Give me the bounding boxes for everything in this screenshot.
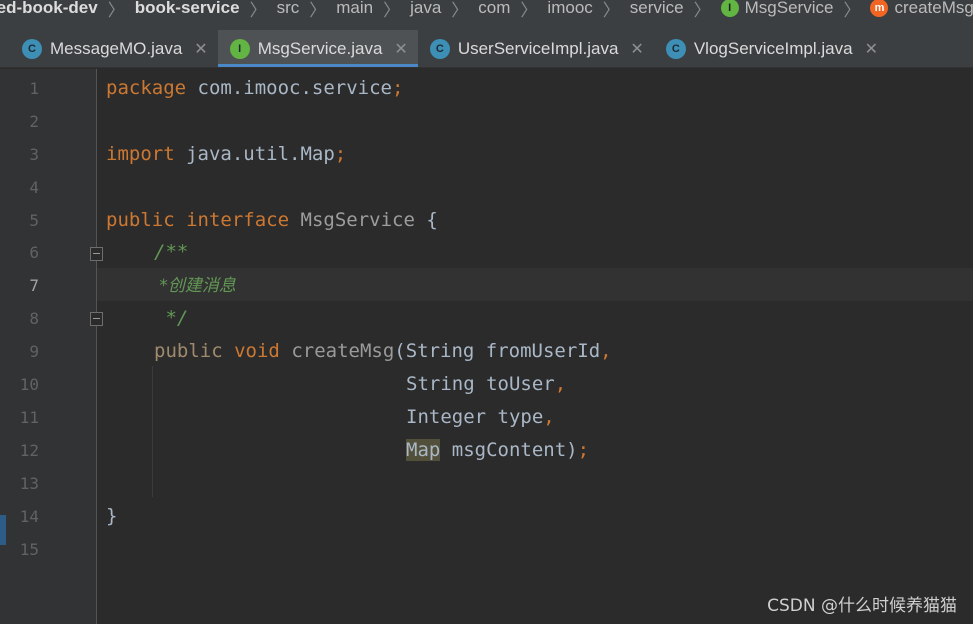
breadcrumb-java[interactable]: java xyxy=(410,0,441,18)
gutter-divider xyxy=(96,69,97,624)
editor-tab-bar: C MessageMO.java ✕ I MsgService.java ✕ C… xyxy=(0,30,973,68)
line-number: 3 xyxy=(29,145,39,164)
chevron-right-icon: 〉 xyxy=(693,0,711,20)
close-icon[interactable]: ✕ xyxy=(865,39,878,59)
breadcrumb-createmsg[interactable]: m createMsg xyxy=(870,0,973,18)
method-icon: m xyxy=(870,0,889,17)
chevron-right-icon: 〉 xyxy=(451,0,469,20)
code-line-1[interactable]: package com.imooc.service; xyxy=(106,72,403,105)
chevron-right-icon: 〉 xyxy=(843,0,861,20)
line-number: 13 xyxy=(19,474,39,493)
code-line-10[interactable]: String toUser, xyxy=(406,368,566,401)
breadcrumb-msgservice-label: MsgService xyxy=(744,0,834,17)
watermark: CSDN @什么时候养猫猫 xyxy=(767,596,957,616)
line-number: 8 xyxy=(29,309,39,328)
breadcrumb: red-book-dev 〉 book-service 〉 src 〉 main… xyxy=(0,0,973,30)
close-icon[interactable]: ✕ xyxy=(394,39,407,59)
breadcrumb-src[interactable]: src xyxy=(277,0,300,18)
tab-label: MsgService.java xyxy=(257,38,383,58)
class-icon: C xyxy=(429,38,450,59)
chevron-right-icon: 〉 xyxy=(602,0,620,20)
code-line-3[interactable]: import java.util.Map; xyxy=(106,138,346,171)
tab-msgservice[interactable]: I MsgService.java ✕ xyxy=(217,30,418,67)
tab-label: UserServiceImpl.java xyxy=(457,38,619,58)
breadcrumb-main[interactable]: main xyxy=(336,0,373,18)
fold-collapse-icon[interactable] xyxy=(90,247,103,261)
chevron-right-icon: 〉 xyxy=(249,0,267,20)
tab-label: VlogServiceImpl.java xyxy=(693,38,853,58)
code-line-11[interactable]: Integer type, xyxy=(406,401,555,434)
close-icon[interactable]: ✕ xyxy=(194,39,207,59)
breadcrumb-imooc[interactable]: imooc xyxy=(547,0,592,18)
breadcrumb-com[interactable]: com xyxy=(478,0,510,18)
line-number: 11 xyxy=(19,408,39,427)
line-number: 5 xyxy=(29,211,39,230)
indent-guide xyxy=(152,366,153,497)
line-number: 15 xyxy=(19,540,39,559)
breadcrumb-createmsg-label: createMsg xyxy=(894,0,973,17)
class-icon: C xyxy=(22,38,42,59)
breadcrumb-module[interactable]: book-service xyxy=(135,0,240,18)
tool-window-marker[interactable] xyxy=(0,515,6,545)
breadcrumb-msgservice[interactable]: I MsgService xyxy=(720,0,834,18)
chevron-right-icon: 〉 xyxy=(309,0,327,20)
code-line-7-comment[interactable]: *创建消息 xyxy=(154,269,236,302)
close-icon[interactable]: ✕ xyxy=(630,39,643,59)
code-editor[interactable]: 1 2 3 4 5 6 7 8 9 10 11 12 13 14 15 pack… xyxy=(0,69,973,624)
tab-label: MessageMO.java xyxy=(50,38,183,58)
line-number: 14 xyxy=(19,507,39,526)
code-line-5[interactable]: public interface MsgService { xyxy=(106,204,438,237)
chevron-right-icon: 〉 xyxy=(520,0,538,20)
breadcrumb-project[interactable]: red-book-dev xyxy=(0,0,98,18)
tab-userserviceimpl[interactable]: C UserServiceImpl.java ✕ xyxy=(418,30,654,67)
highlighted-identifier[interactable]: Map xyxy=(406,439,441,461)
tab-messagemo[interactable]: C MessageMO.java ✕ xyxy=(0,30,218,67)
line-number: 10 xyxy=(19,375,39,394)
line-number: 1 xyxy=(29,79,39,98)
chevron-right-icon: 〉 xyxy=(383,0,401,20)
line-number: 6 xyxy=(29,243,39,262)
line-number: 12 xyxy=(19,441,39,460)
class-icon: C xyxy=(665,38,686,59)
line-number-current: 7 xyxy=(29,276,39,295)
code-line-8[interactable]: */ xyxy=(154,302,188,335)
code-line-14[interactable]: } xyxy=(106,500,117,533)
breadcrumb-service[interactable]: service xyxy=(630,0,684,18)
code-line-6[interactable]: /** xyxy=(154,236,188,269)
chevron-right-icon: 〉 xyxy=(107,0,125,20)
interface-icon: I xyxy=(229,38,250,59)
interface-icon: I xyxy=(720,0,739,17)
line-number: 4 xyxy=(29,178,39,197)
code-line-9[interactable]: public void createMsg(String fromUserId, xyxy=(154,335,612,368)
fold-collapse-icon[interactable] xyxy=(90,312,103,326)
code-line-12[interactable]: Map msgContent); xyxy=(406,434,589,467)
tab-vlogserviceimpl[interactable]: C VlogServiceImpl.java ✕ xyxy=(654,30,888,67)
line-number: 2 xyxy=(29,112,39,131)
line-number: 9 xyxy=(29,342,39,361)
